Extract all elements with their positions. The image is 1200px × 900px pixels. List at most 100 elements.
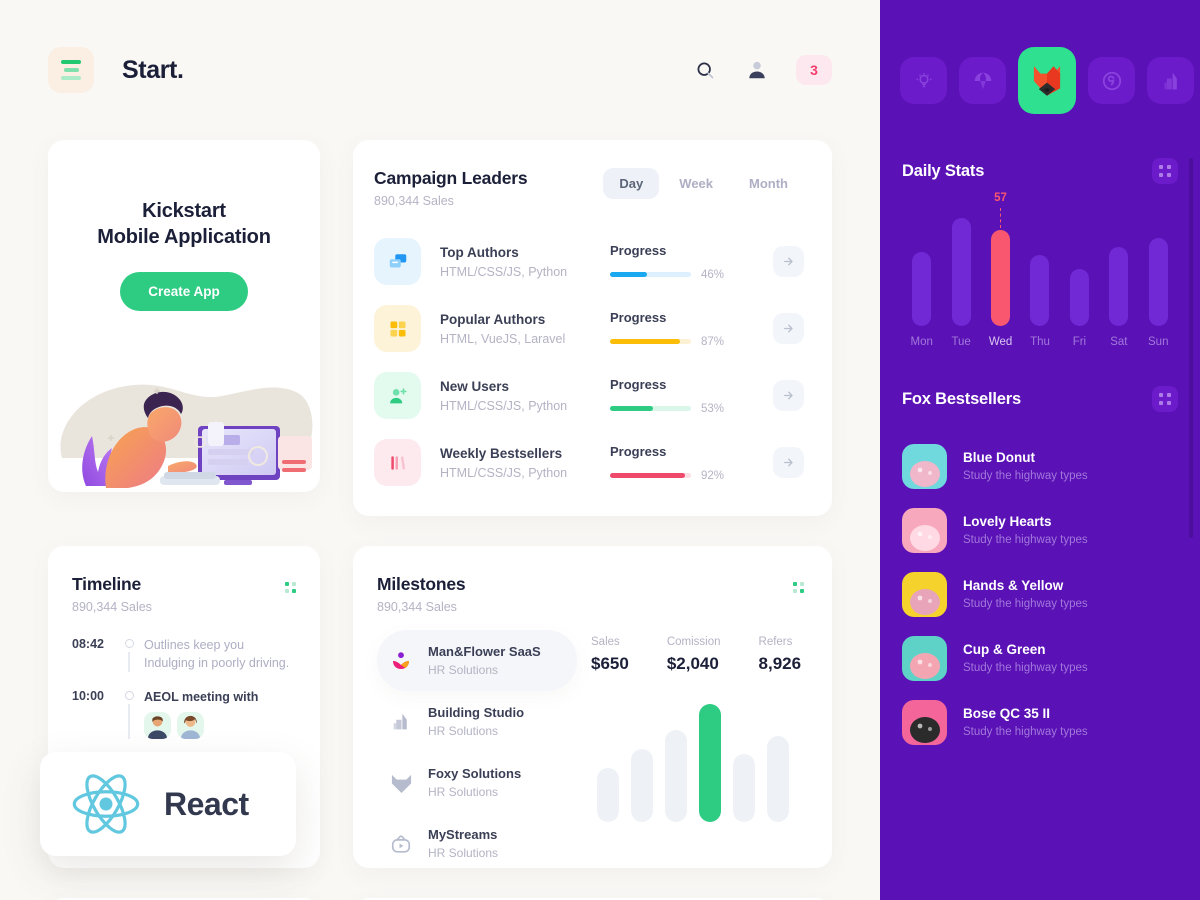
bestseller-item[interactable]: Hands & Yellow Study the highway types (902, 562, 1178, 626)
nav-nine-circle-icon[interactable] (1088, 57, 1135, 104)
campaign-row-arrow-button[interactable] (773, 313, 804, 344)
daily-stats-axis: Mon Tue Wed Thu Fri Sat Sun (902, 336, 1178, 348)
milestone-stat-value: 8,926 (758, 654, 802, 673)
milestones-body: Man&Flower SaaS HR Solutions Building Stud… (377, 630, 804, 868)
range-week[interactable]: Week (663, 168, 729, 199)
range-month[interactable]: Month (733, 168, 804, 199)
progress-percent: 53% (701, 402, 725, 415)
building-logo-icon (387, 711, 415, 732)
timeline-header: Timeline 890,344 Sales (72, 574, 296, 614)
milestone-company-item[interactable]: Foxy Solutions HR Solutions (377, 752, 577, 813)
campaign-row-name: New Users (440, 378, 510, 394)
daily-stats-plot: 57 (902, 192, 1178, 326)
campaign-row-progress: Progress 87% (610, 310, 773, 348)
campaign-row-tech: HTML/CSS/JS, Python (440, 264, 568, 279)
milestones-title: Milestones (377, 574, 466, 594)
nav-parachute-icon[interactable] (959, 57, 1006, 104)
milestones-stats: Sales $650 Comission $2,040 Refers 8,926 (591, 630, 804, 674)
campaign-row-arrow-button[interactable] (773, 380, 804, 411)
bestseller-thumbnail (902, 571, 947, 617)
milestone-stat: Refers 8,926 (759, 636, 802, 674)
progress-line: 53% (610, 403, 773, 415)
timeline-time: 08:42 (72, 637, 104, 651)
campaign-row-arrow-button[interactable] (773, 447, 804, 478)
left-column: Kickstart Mobile Application Create App (48, 140, 320, 516)
user-avatar-icon[interactable] (744, 57, 770, 83)
sidebar-scrollbar[interactable] (1189, 158, 1193, 538)
progress-track (610, 272, 691, 277)
bestseller-sub: Study the highway types (963, 662, 1088, 674)
bestseller-item[interactable]: Cup & Green Study the highway types (902, 626, 1178, 690)
bestseller-item[interactable]: Lovely Hearts Study the highway types (902, 498, 1178, 562)
daily-stats-header: Daily Stats (880, 158, 1200, 184)
campaign-row[interactable]: Weekly Bestsellers HTML/CSS/JS, Python Pro… (374, 429, 804, 496)
milestone-stat-label: Refers (758, 636, 793, 648)
timeline-text: AEOL meeting with (144, 690, 259, 704)
nav-lightbulb-icon[interactable] (900, 57, 947, 104)
hamburger-logo-icon[interactable] (48, 47, 94, 93)
notification-badge[interactable]: 3 (796, 55, 832, 85)
bestsellers-menu-icon[interactable] (1152, 386, 1178, 412)
campaign-row-arrow-button[interactable] (773, 246, 804, 277)
campaign-row[interactable]: Top Authors HTML/CSS/JS, Python Progress 46… (374, 228, 804, 295)
nav-skyscraper-icon[interactable] (1147, 57, 1194, 104)
timeline-avatars (144, 712, 204, 739)
react-overlay-card[interactable]: React (40, 752, 296, 856)
campaign-row-progress: Progress 92% (610, 444, 773, 482)
milestone-bar (665, 729, 687, 822)
daily-stats-menu-icon[interactable] (1152, 158, 1178, 184)
milestone-company-name: Foxy Solutions (428, 766, 522, 781)
nav-fox-brand-icon[interactable] (1018, 47, 1076, 114)
daily-bar-wrap (941, 206, 980, 326)
bestseller-thumbnail (902, 507, 947, 553)
milestone-company-item[interactable]: Building Studio HR Solutions (377, 691, 577, 752)
react-label: React (164, 785, 249, 822)
milestones-header: Milestones 890,344 Sales (377, 574, 804, 614)
campaign-row-text: New Users HTML/CSS/JS, Python (440, 379, 610, 413)
timeline-dot-icon (124, 691, 134, 700)
campaign-row[interactable]: Popular Authors HTML, VueJS, Laravel Progr… (374, 295, 804, 362)
page-title: Start. (122, 55, 184, 84)
daily-bar-wrap (1139, 206, 1178, 326)
bestseller-text: Cup & Green Study the highway types (963, 642, 1088, 674)
bestseller-item[interactable]: Blue Donut Study the highway types (902, 434, 1178, 498)
timeline-item[interactable]: 10:00 AEOL meeting with (72, 688, 296, 755)
milestone-bar (767, 735, 789, 822)
bestseller-sub: Study the highway types (963, 534, 1088, 546)
kickstart-title: Kickstart Mobile Application (97, 198, 271, 250)
bestseller-sub: Study the highway types (963, 598, 1088, 610)
milestone-stat-label: Sales (591, 636, 620, 648)
campaign-row-text: Weekly Bestsellers HTML/CSS/JS, Python (440, 446, 610, 480)
sidebar-nav (880, 0, 1200, 114)
milestones-menu-icon[interactable] (793, 582, 804, 593)
progress-track (610, 339, 691, 344)
search-icon[interactable] (692, 57, 718, 83)
campaign-row-tech: HTML, VueJS, Laravel (440, 331, 566, 346)
daily-axis-label: Tue (951, 336, 971, 348)
bestseller-item[interactable]: Bose QC 35 II Study the highway types (902, 690, 1178, 754)
timeline-menu-icon[interactable] (285, 582, 296, 593)
daily-axis-label: Thu (1030, 336, 1050, 348)
milestone-company-item[interactable]: MyStreams HR Solutions (377, 813, 577, 868)
logo-bar-3 (61, 76, 81, 80)
progress-line: 46% (610, 269, 773, 281)
create-app-button[interactable]: Create App (120, 272, 248, 311)
campaign-row-tech: HTML/CSS/JS, Python (440, 465, 568, 480)
timeline-item[interactable]: 08:42 Outlines keep you Indulging in poor… (72, 636, 296, 688)
bestseller-name: Cup & Green (963, 642, 1046, 657)
daily-bar (991, 229, 1011, 326)
campaign-title: Campaign Leaders (374, 168, 528, 188)
tv-play-logo-icon (387, 833, 415, 855)
campaign-row-name: Popular Authors (440, 311, 546, 327)
daily-bar (1030, 255, 1050, 326)
milestone-company-item[interactable]: Man&Flower SaaS HR Solutions (377, 630, 577, 691)
grid-squares-icon (374, 305, 421, 352)
campaign-row[interactable]: New Users HTML/CSS/JS, Python Progress 53% (374, 362, 804, 429)
milestone-company-name: MyStreams (428, 827, 498, 842)
dashboard-app: Start. 3 Kickstart Mobile Application Cr… (0, 0, 1200, 900)
daily-bar (912, 251, 932, 326)
campaign-title-block: Campaign Leaders 890,344 Sales (374, 168, 528, 208)
timeline-rail (114, 688, 144, 739)
range-day[interactable]: Day (603, 168, 660, 199)
daily-bar-wrap (902, 206, 941, 326)
